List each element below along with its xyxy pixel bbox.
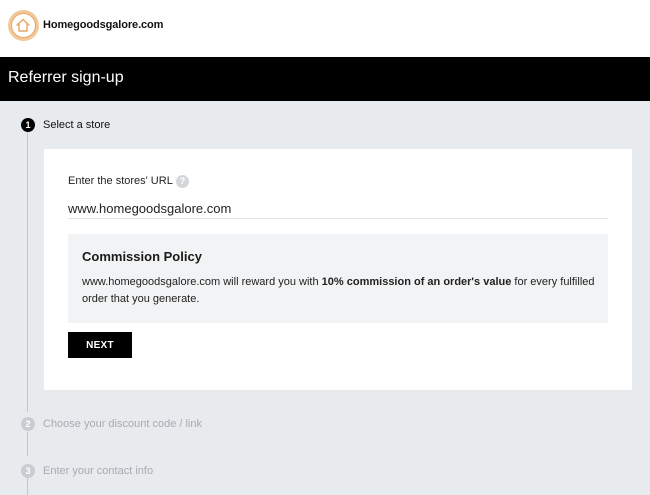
step-2-label[interactable]: Choose your discount code / link xyxy=(43,418,202,430)
commission-policy-heading: Commission Policy xyxy=(82,249,202,264)
commission-policy-box: Commission Policy www.homegoodsgalore.co… xyxy=(68,234,608,323)
step-3-label[interactable]: Enter your contact info xyxy=(43,465,153,477)
step-2-number: 2 xyxy=(21,417,35,431)
select-store-card: Enter the stores' URL ? Commission Polic… xyxy=(44,149,632,390)
step-1-number: 1 xyxy=(21,118,35,132)
policy-text-start: www.homegoodsgalore.com will reward you … xyxy=(82,276,322,288)
store-url-label: Enter the stores' URL xyxy=(68,175,173,187)
next-button[interactable]: NEXT xyxy=(68,332,132,358)
commission-policy-text: www.homegoodsgalore.com will reward you … xyxy=(82,274,602,308)
store-url-input[interactable] xyxy=(68,199,608,219)
step-rail-3 xyxy=(27,478,28,495)
brand-logo[interactable] xyxy=(8,10,39,41)
step-rail-1 xyxy=(27,132,28,412)
step-3-number: 3 xyxy=(21,464,35,478)
top-bar: Homegoodsgalore.com xyxy=(0,0,650,57)
house-icon xyxy=(11,13,36,38)
page-title-bar: Referrer sign-up xyxy=(0,57,650,101)
step-1-label: Select a store xyxy=(43,119,111,131)
policy-text-highlight: 10% commission of an order's value xyxy=(321,276,512,288)
help-icon[interactable]: ? xyxy=(176,175,189,188)
page-title: Referrer sign-up xyxy=(8,69,124,86)
brand-name[interactable]: Homegoodsgalore.com xyxy=(43,19,163,31)
step-rail-2 xyxy=(27,432,28,456)
